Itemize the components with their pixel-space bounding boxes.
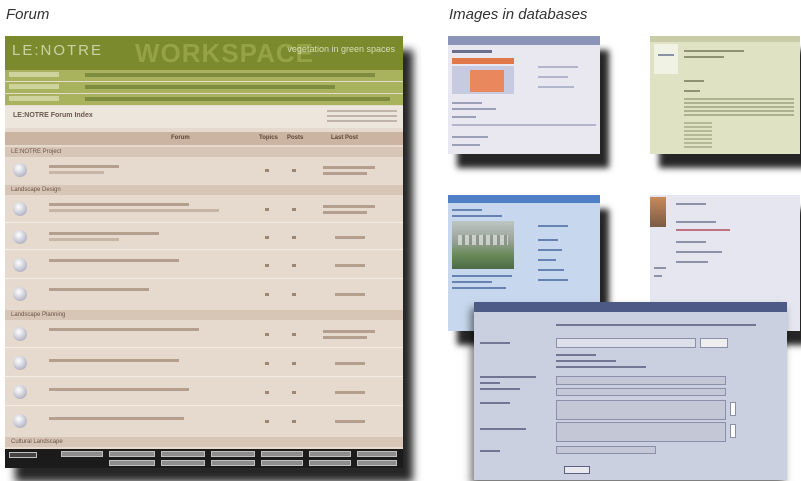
scrollbar[interactable] <box>730 402 736 416</box>
col-topics: Topics <box>259 135 278 141</box>
nav-row-1 <box>5 70 403 81</box>
footer-button[interactable] <box>161 460 205 466</box>
forum-status-icon <box>13 356 27 370</box>
forum-status-icon <box>13 327 27 341</box>
forum-row[interactable] <box>5 157 403 183</box>
scrollbar[interactable] <box>730 424 736 438</box>
file-input[interactable] <box>556 338 696 348</box>
forum-status-icon <box>13 202 27 216</box>
footer-button[interactable] <box>261 451 303 457</box>
category-select[interactable] <box>556 446 656 454</box>
text-input[interactable] <box>556 376 726 385</box>
forum-row[interactable] <box>5 224 403 250</box>
footer-button[interactable] <box>61 451 103 457</box>
footer-button[interactable] <box>109 460 155 466</box>
forum-row[interactable] <box>5 407 403 435</box>
site-logo: LE:NOTRE <box>12 42 104 59</box>
forum-row[interactable] <box>5 195 403 223</box>
site-tagline: vegetation in green spaces <box>287 44 395 54</box>
forum-status-icon <box>13 230 27 244</box>
col-last-post: Last Post <box>331 135 359 141</box>
forum-row[interactable] <box>5 320 403 348</box>
text-input[interactable] <box>556 388 726 396</box>
database-screenshot <box>448 36 600 154</box>
forum-status-icon <box>13 258 27 272</box>
database-form-screenshot <box>474 302 787 480</box>
footer-button[interactable] <box>161 451 205 457</box>
footer-button[interactable] <box>261 460 303 466</box>
forum-banner: LE:NOTRE WORKSPACE vegetation in green s… <box>5 36 403 70</box>
category-row: Landscape Design <box>5 185 403 195</box>
forum-status-icon <box>13 414 27 428</box>
forum-row[interactable] <box>5 378 403 406</box>
forum-status-icon <box>13 163 27 177</box>
forum-page-title: LE:NOTRE Forum Index <box>13 112 93 119</box>
footer-button[interactable] <box>357 460 397 466</box>
forum-row[interactable] <box>5 251 403 279</box>
category-row: LE:NOTRE Project <box>5 147 403 157</box>
forum-row[interactable] <box>5 349 403 377</box>
nav-row-3 <box>5 94 403 105</box>
textarea[interactable] <box>556 400 726 420</box>
database-screenshot <box>650 36 800 154</box>
forum-caption: Forum <box>6 6 50 23</box>
category-row: Landscape Planning <box>5 310 403 320</box>
footer-button[interactable] <box>309 451 351 457</box>
forum-footer <box>5 449 403 468</box>
footer-button[interactable] <box>109 451 155 457</box>
footer-button[interactable] <box>309 460 351 466</box>
forum-row[interactable] <box>5 280 403 308</box>
forum-screenshot: LE:NOTRE WORKSPACE vegetation in green s… <box>5 36 403 468</box>
category-row: Cultural Landscape <box>5 437 403 447</box>
images-caption: Images in databases <box>449 6 588 23</box>
col-posts: Posts <box>287 135 304 141</box>
footer-button[interactable] <box>211 460 255 466</box>
browse-button[interactable] <box>700 338 728 348</box>
nav-row-2 <box>5 82 403 93</box>
submit-button[interactable] <box>564 466 590 474</box>
forum-status-icon <box>13 385 27 399</box>
forum-title-row: LE:NOTRE Forum Index <box>5 106 403 128</box>
footer-button[interactable] <box>357 451 397 457</box>
footer-button[interactable] <box>211 451 255 457</box>
col-forum: Forum <box>171 135 190 141</box>
textarea[interactable] <box>556 422 726 442</box>
forum-login-info <box>327 110 397 124</box>
forum-status-icon <box>13 287 27 301</box>
forum-table-header: Forum Topics Posts Last Post <box>5 132 403 145</box>
